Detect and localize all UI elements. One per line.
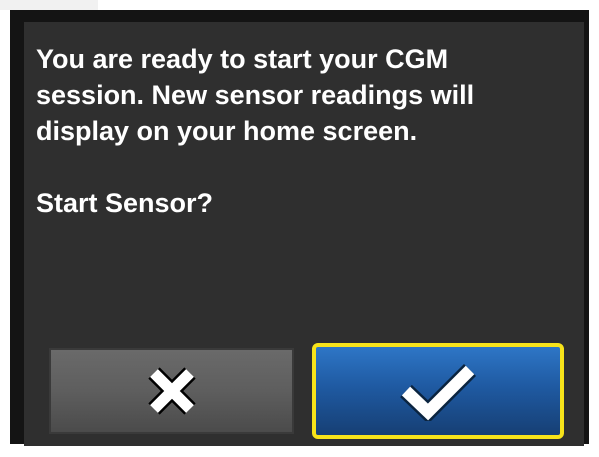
dialog-message: You are ready to start your CGM session.… [36,44,475,146]
corner-tab [0,0,98,10]
cancel-button[interactable] [49,348,294,434]
checkmark-icon [396,361,480,421]
x-icon [142,361,202,421]
dialog-message-area: You are ready to start your CGM session.… [36,41,556,221]
dialog-question: Start Sensor? [36,188,214,218]
confirm-start-sensor-button[interactable] [312,343,564,439]
